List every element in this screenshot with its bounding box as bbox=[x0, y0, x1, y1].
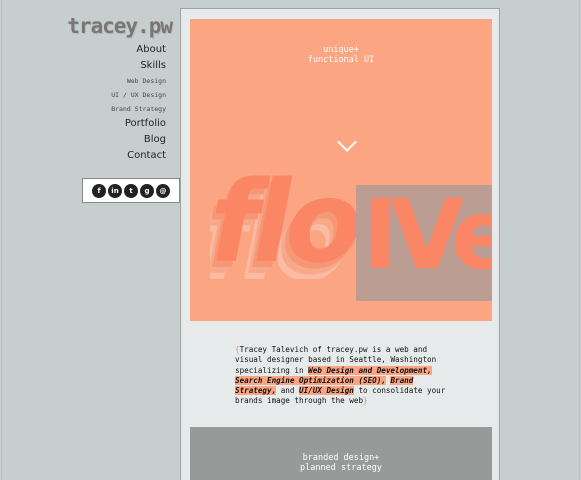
hero-tagline-line2: functional UI bbox=[307, 55, 375, 65]
nav-item-skills[interactable]: Skills bbox=[111, 58, 166, 74]
email-icon[interactable]: @ bbox=[156, 183, 170, 198]
bio-skill-uiux: UI/UX Design bbox=[299, 386, 354, 396]
bio-sep2: and bbox=[276, 386, 300, 396]
hero-word-flo: flo bbox=[210, 167, 360, 279]
strategy-banner: branded design+ planned strategy bbox=[190, 427, 492, 480]
strategy-tagline-line2: planned strategy bbox=[300, 463, 382, 473]
bio-brace-close: } bbox=[363, 396, 368, 406]
github-icon[interactable]: g bbox=[140, 183, 154, 198]
hero-banner: unique+ functional UI flo IVe bbox=[190, 19, 492, 321]
nav-item-blog[interactable]: Blog bbox=[111, 132, 166, 148]
nav-subitem-brand-strategy[interactable]: Brand Strategy bbox=[111, 102, 166, 116]
hero-tagline-line1: unique+ bbox=[323, 45, 359, 55]
main-nav: About Skills Web Design UI / UX Design B… bbox=[111, 42, 166, 164]
social-links: f in t g @ bbox=[82, 178, 180, 203]
nav-item-about[interactable]: About bbox=[111, 42, 166, 58]
nav-item-portfolio[interactable]: Portfolio bbox=[111, 116, 166, 132]
bio-paragraph: {Tracey Talevich of tracey.pw is a web a… bbox=[235, 345, 450, 407]
nav-item-contact[interactable]: Contact bbox=[111, 148, 166, 164]
strategy-tagline-line1: branded design+ bbox=[302, 453, 380, 463]
hero-tagline: unique+ functional UI bbox=[190, 45, 492, 65]
chevron-down-icon[interactable] bbox=[337, 132, 357, 152]
hero-word-ive: IVe bbox=[362, 179, 492, 291]
strategy-tagline: branded design+ planned strategy bbox=[190, 453, 492, 473]
twitter-icon[interactable]: t bbox=[124, 183, 138, 198]
facebook-icon[interactable]: f bbox=[92, 183, 106, 198]
linkedin-icon[interactable]: in bbox=[108, 183, 122, 198]
content-column: unique+ functional UI flo IVe {Tracey Ta… bbox=[180, 8, 500, 480]
site-logo[interactable]: tracey.pw bbox=[67, 14, 173, 38]
nav-subitem-web-design[interactable]: Web Design bbox=[111, 74, 166, 88]
nav-subitem-ui-ux-design[interactable]: UI / UX Design bbox=[111, 88, 166, 102]
